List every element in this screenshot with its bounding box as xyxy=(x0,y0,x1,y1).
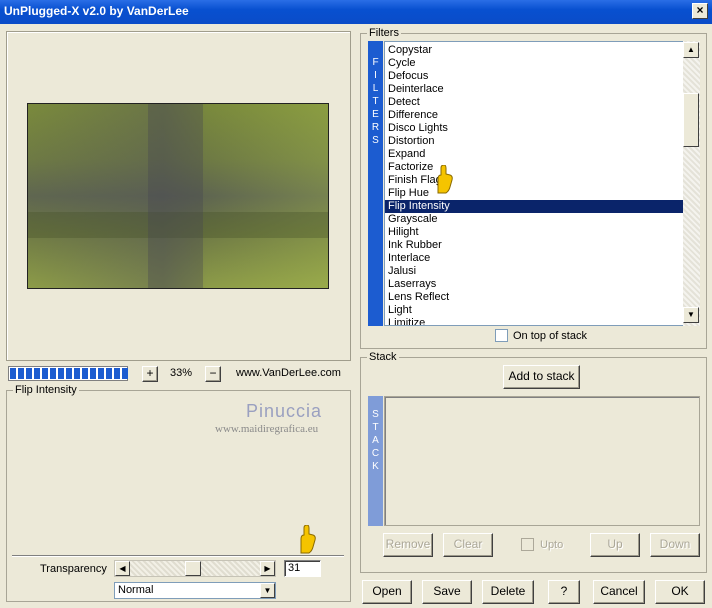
slider-left-arrow[interactable]: ◀ xyxy=(115,561,130,576)
progress-segment xyxy=(18,368,24,379)
stack-tab-letter: T xyxy=(372,422,379,433)
open-button[interactable]: Open xyxy=(362,580,412,604)
watermark-url: www.maidiregrafica.eu xyxy=(215,423,319,435)
scroll-up-arrow[interactable]: ▲ xyxy=(683,42,699,58)
filters-tab-letter: R xyxy=(371,122,380,133)
filter-item[interactable]: Flip Intensity xyxy=(385,200,683,213)
on-top-checkbox[interactable] xyxy=(495,329,508,342)
down-button[interactable]: Down xyxy=(650,533,700,557)
filters-side-tab: FILTERS xyxy=(368,41,383,326)
filter-item[interactable]: Grayscale xyxy=(385,213,683,226)
filters-tab-letter: E xyxy=(372,109,379,120)
filter-item[interactable]: Expand xyxy=(385,148,683,161)
stack-tab-letter: C xyxy=(371,448,380,459)
title-bar: UnPlugged-X v2.0 by VanDerLee × xyxy=(0,0,712,24)
transparency-label: Transparency xyxy=(40,563,107,575)
delete-button[interactable]: Delete xyxy=(482,580,534,604)
filters-tab-letter: I xyxy=(374,70,377,81)
progress-segment xyxy=(42,368,48,379)
filter-item[interactable]: Finish Flag xyxy=(385,174,683,187)
progress-segment xyxy=(34,368,40,379)
filter-item[interactable]: Interlace xyxy=(385,252,683,265)
slider-right-arrow[interactable]: ▶ xyxy=(260,561,275,576)
zoom-out-button[interactable]: − xyxy=(205,366,221,382)
chevron-down-icon[interactable]: ▼ xyxy=(260,583,275,598)
filter-item[interactable]: Jalusi xyxy=(385,265,683,278)
progress-segment xyxy=(74,368,80,379)
upto-checkbox[interactable] xyxy=(521,538,534,551)
progress-segment xyxy=(66,368,72,379)
progress-segment xyxy=(114,368,120,379)
filter-item[interactable]: Cycle xyxy=(385,57,683,70)
close-button[interactable]: × xyxy=(692,3,708,19)
stack-side-tab: STACK xyxy=(368,396,383,526)
up-button[interactable]: Up xyxy=(590,533,640,557)
filters-scrollbar[interactable]: ▲ ▼ xyxy=(683,41,700,326)
filters-legend: Filters xyxy=(367,27,401,39)
blend-mode-value: Normal xyxy=(118,584,154,596)
filter-item[interactable]: Light xyxy=(385,304,683,317)
preview-image xyxy=(27,103,329,289)
progress-segment xyxy=(90,368,96,379)
help-button[interactable]: ? xyxy=(548,580,580,604)
add-to-stack-button[interactable]: Add to stack xyxy=(503,365,580,389)
slider-thumb[interactable] xyxy=(184,561,201,576)
zoom-value: 33% xyxy=(170,367,193,379)
vanderlee-url[interactable]: www.VanDerLee.com xyxy=(236,367,341,379)
window-title: UnPlugged-X v2.0 by VanDerLee xyxy=(4,4,189,18)
filter-item[interactable]: Factorize xyxy=(385,161,683,174)
ok-button[interactable]: OK xyxy=(655,580,705,604)
transparency-value-field[interactable]: 31 xyxy=(284,560,321,577)
stack-legend: Stack xyxy=(367,351,399,363)
cancel-button[interactable]: Cancel xyxy=(593,580,645,604)
stack-tab-letter: K xyxy=(372,461,379,472)
progress-segment xyxy=(50,368,56,379)
filter-item[interactable]: Flip Hue xyxy=(385,187,683,200)
progress-segment xyxy=(122,368,128,379)
stack-listbox[interactable] xyxy=(384,396,700,526)
progress-segment xyxy=(98,368,104,379)
clear-button[interactable]: Clear xyxy=(443,533,493,557)
filters-tab-letter: S xyxy=(372,135,379,146)
filter-item[interactable]: Difference xyxy=(385,109,683,122)
upto-label: Upto xyxy=(540,539,564,551)
progress-segment xyxy=(26,368,32,379)
params-separator xyxy=(12,555,344,557)
on-top-label: On top of stack xyxy=(513,330,587,342)
filter-item[interactable]: Distortion xyxy=(385,135,683,148)
scroll-down-arrow[interactable]: ▼ xyxy=(683,307,699,323)
filter-item[interactable]: Defocus xyxy=(385,70,683,83)
hand-pointer-icon xyxy=(295,524,317,555)
stack-tab-letter: S xyxy=(372,409,379,420)
filter-item[interactable]: Detect xyxy=(385,96,683,109)
filters-listbox[interactable]: Copystar Cycle Defocus Deinterlace Detect Dif… xyxy=(384,41,684,326)
filter-list: Copystar Cycle Defocus Deinterlace Detect Dif… xyxy=(385,44,683,325)
progress-segment xyxy=(82,368,88,379)
filter-item[interactable]: Limitize xyxy=(385,317,683,325)
save-button[interactable]: Save xyxy=(422,580,472,604)
progress-segment xyxy=(58,368,64,379)
watermark-name: Pinuccia xyxy=(246,401,323,421)
hand-pointer-icon-list xyxy=(432,164,454,195)
params-title: Flip Intensity xyxy=(13,384,79,396)
preview-band-vertical xyxy=(148,104,203,288)
progress-segment xyxy=(106,368,112,379)
stack-tab-letter: A xyxy=(372,435,379,446)
filter-item[interactable]: Deinterlace xyxy=(385,83,683,96)
filter-item[interactable]: Lens Reflect xyxy=(385,291,683,304)
filters-tab-letter: L xyxy=(372,83,379,94)
filter-item[interactable]: Disco Lights xyxy=(385,122,683,135)
filter-item[interactable]: Ink Rubber xyxy=(385,239,683,252)
blend-mode-select[interactable]: Normal ▼ xyxy=(114,582,276,599)
filters-tab-letter: T xyxy=(372,96,379,107)
remove-button[interactable]: Remove xyxy=(383,533,433,557)
progress-segment xyxy=(10,368,16,379)
filter-item[interactable]: Hilight xyxy=(385,226,683,239)
filter-item[interactable]: Laserrays xyxy=(385,278,683,291)
scroll-thumb[interactable] xyxy=(683,93,699,147)
filter-item[interactable]: Copystar xyxy=(385,44,683,57)
transparency-slider[interactable]: ◀ ▶ xyxy=(114,560,276,577)
filters-tab-letter: F xyxy=(372,57,379,68)
zoom-in-button[interactable]: + xyxy=(142,366,158,382)
